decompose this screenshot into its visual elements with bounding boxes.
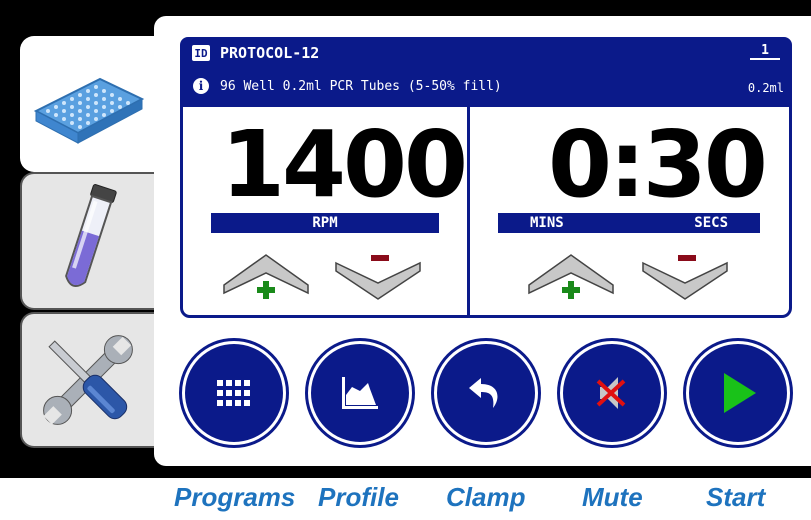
time-unit-bar: MINS SECS	[498, 213, 760, 233]
programs-label: Programs	[174, 482, 296, 512]
test-tube-icon	[65, 184, 117, 288]
tools-icon	[43, 335, 133, 425]
mute-button[interactable]	[560, 341, 664, 445]
clamp-button[interactable]	[434, 341, 538, 445]
speed-value[interactable]: 1400	[221, 115, 468, 215]
time-value[interactable]: 0:30	[548, 115, 768, 215]
tab-settings[interactable]	[20, 312, 154, 448]
tab-plate[interactable]	[20, 36, 154, 172]
tube-volume: 0.2ml	[747, 81, 784, 95]
grid-icon	[217, 380, 250, 406]
mute-label: Mute	[582, 482, 643, 512]
speed-unit-bar: RPM	[211, 213, 439, 233]
speed-decrease-button[interactable]	[333, 249, 423, 305]
speed-increase-button[interactable]	[221, 249, 311, 305]
play-icon	[724, 373, 756, 413]
time-decrease-button[interactable]	[640, 249, 730, 305]
id-badge: ID	[192, 45, 210, 61]
rpm-label: RPM	[312, 215, 338, 231]
time-increase-button[interactable]	[526, 249, 616, 305]
tube-count-indicator: 1	[750, 43, 780, 60]
secs-label: SECS	[694, 215, 728, 231]
undo-arrow-icon	[469, 378, 498, 408]
info-icon: i	[193, 78, 209, 94]
start-label: Start	[706, 482, 766, 512]
programs-button[interactable]	[182, 341, 286, 445]
mins-label: MINS	[530, 215, 564, 231]
profile-label: Profile	[318, 482, 399, 512]
tab-tube[interactable]	[20, 172, 154, 310]
mute-icon	[596, 377, 626, 409]
speed-panel: 1400 RPM	[180, 104, 470, 318]
protocol-name: PROTOCOL-12	[220, 44, 320, 62]
tube-count: 1	[750, 43, 780, 60]
protocol-header[interactable]: ID PROTOCOL-12 i 96 Well 0.2ml PCR Tubes…	[180, 37, 792, 105]
clamp-label: Clamp	[446, 482, 526, 512]
profile-chart-icon	[342, 377, 378, 409]
well-plate-icon	[33, 77, 145, 144]
start-button[interactable]	[686, 341, 790, 445]
protocol-description: 96 Well 0.2ml PCR Tubes (5-50% fill)	[220, 78, 502, 94]
profile-button[interactable]	[308, 341, 412, 445]
time-panel: 0:30 MINS SECS	[470, 104, 792, 318]
